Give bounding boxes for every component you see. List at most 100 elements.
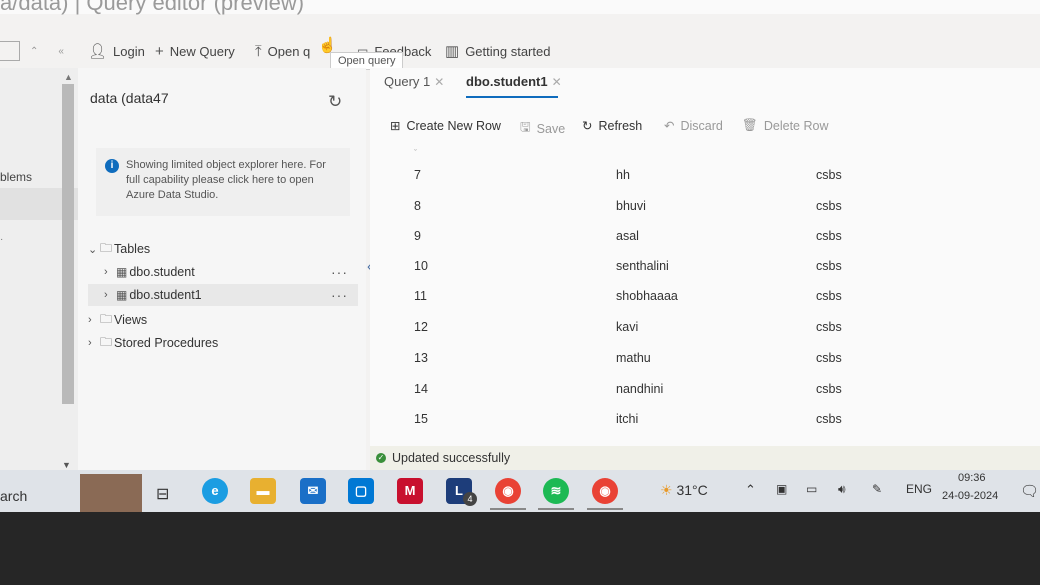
tree-node-views[interactable]: › 🗀︎ Views: [88, 309, 358, 331]
table-row[interactable]: 9 asal csbs: [370, 221, 1040, 251]
chevron-down-icon: ⌄: [88, 243, 98, 256]
row-id: 14: [414, 382, 428, 396]
tab-query-1[interactable]: Query 1 ✕: [384, 74, 444, 89]
table-row[interactable]: 13 mathu csbs: [370, 343, 1040, 373]
file-explorer-icon[interactable]: ▬: [250, 478, 276, 504]
row-id: 8: [414, 199, 421, 213]
row-id: 15: [414, 412, 428, 426]
open-query-button[interactable]: ⤒ Open q: [255, 40, 310, 62]
search-highlight-image[interactable]: [80, 474, 142, 512]
scroll-up-icon[interactable]: ▲: [64, 72, 73, 82]
new-query-button[interactable]: + New Query: [155, 40, 235, 62]
store-icon[interactable]: ▢: [348, 478, 374, 504]
row-dept[interactable]: csbs: [816, 382, 842, 396]
refresh-explorer-icon[interactable]: ↻: [328, 92, 342, 112]
row-dept[interactable]: csbs: [816, 351, 842, 365]
row-dept[interactable]: csbs: [816, 259, 842, 273]
close-icon[interactable]: ✕: [552, 75, 562, 89]
row-dept[interactable]: csbs: [816, 320, 842, 334]
row-name[interactable]: kavi: [616, 320, 638, 334]
check-circle-icon: ✓: [376, 453, 386, 463]
table-row[interactable]: 12 kavi csbs: [370, 312, 1040, 342]
close-icon[interactable]: ✕: [434, 75, 444, 89]
discard-button[interactable]: ↶ Discard: [664, 118, 723, 134]
row-name[interactable]: shobhaaaa: [616, 289, 678, 303]
battery-icon[interactable]: ▭: [806, 482, 817, 496]
row-name[interactable]: itchi: [616, 412, 638, 426]
language-indicator[interactable]: ENG: [906, 482, 932, 496]
chevron-right-icon: ›: [104, 289, 108, 301]
spotify-icon[interactable]: ≋: [543, 478, 569, 504]
row-dept[interactable]: csbs: [816, 229, 842, 243]
taskbar-search[interactable]: arch: [0, 488, 27, 504]
refresh-button[interactable]: ↻ Refresh: [582, 118, 643, 134]
more-options-icon[interactable]: ···: [331, 287, 348, 303]
folder-icon: 🗀︎: [100, 334, 113, 349]
login-button[interactable]: 👤︎ Login: [88, 40, 145, 62]
table-row[interactable]: 15 itchi csbs: [370, 404, 1040, 434]
row-name[interactable]: mathu: [616, 351, 651, 365]
row-name[interactable]: bhuvi: [616, 199, 646, 213]
row-name[interactable]: hh: [616, 168, 630, 182]
row-dept[interactable]: csbs: [816, 199, 842, 213]
trash-icon: 🗑︎: [742, 118, 758, 132]
row-dept[interactable]: csbs: [816, 412, 842, 426]
discard-label: Discard: [680, 118, 723, 133]
row-name[interactable]: senthalini: [616, 259, 669, 273]
getting-started-button[interactable]: ▥ Getting started: [445, 40, 550, 62]
create-new-row-button[interactable]: ⊞ Create New Row: [390, 118, 501, 134]
tree-node-tables[interactable]: ⌄ 🗀︎ Tables: [88, 238, 358, 260]
row-name[interactable]: nandhini: [616, 382, 663, 396]
undo-icon: ↶: [664, 119, 675, 133]
running-indicator: [538, 508, 574, 510]
notification-icon[interactable]: 🗨︎: [1020, 482, 1039, 500]
chevron-up-icon[interactable]: ⌃: [745, 482, 756, 498]
info-message[interactable]: i Showing limited object explorer here. …: [96, 148, 350, 216]
tree-node-dbo-student[interactable]: › ▦ dbo.student ···: [88, 261, 358, 283]
row-id: 9: [414, 229, 421, 243]
tab-dbo-student1[interactable]: dbo.student1 ✕: [466, 74, 562, 89]
table-row[interactable]: 8 bhuvi csbs: [370, 191, 1040, 221]
chevron-right-icon: ›: [104, 266, 108, 278]
sidebar-scrollbar[interactable]: [62, 84, 74, 404]
clock-date[interactable]: 24-09-2024: [942, 490, 998, 502]
data-toolbar: ⊞ Create New Row 🖫︎ Save ↻ Refresh ↶ Dis…: [390, 118, 1030, 138]
mcafee-icon[interactable]: M: [397, 478, 423, 504]
top-toolbar: ⌃ « 👤︎ Login + New Query ⤒ Open q ▭ Feed…: [0, 36, 1040, 68]
table-row[interactable]: 11 shobhaaaa csbs: [370, 281, 1040, 311]
volume-icon[interactable]: 🔊︎: [838, 482, 846, 497]
tree-node-stored-procedures[interactable]: › 🗀︎ Stored Procedures: [88, 332, 358, 354]
laptop-bezel: [0, 512, 1040, 585]
tab-label: dbo.student1: [466, 74, 548, 89]
row-dept[interactable]: csbs: [816, 168, 842, 182]
create-new-row-label: Create New Row: [406, 118, 501, 133]
menu-collapse-button[interactable]: [0, 40, 20, 62]
more-options-icon[interactable]: ···: [331, 264, 348, 280]
chrome-profile-icon[interactable]: ◉: [592, 478, 618, 504]
table-row[interactable]: 10 senthalini csbs: [370, 251, 1040, 281]
table-row[interactable]: 14 nandhini csbs: [370, 374, 1040, 404]
save-icon: 🖫︎: [520, 120, 531, 134]
delete-row-button[interactable]: 🗑︎ Delete Row: [742, 118, 829, 133]
folder-icon: 🗀︎: [100, 240, 113, 255]
views-label: Views: [114, 313, 148, 327]
problems-label[interactable]: blems: [0, 170, 32, 184]
clock-time[interactable]: 09:36: [958, 472, 986, 484]
row-name[interactable]: asal: [616, 229, 639, 243]
table-row[interactable]: 7 hh csbs: [370, 160, 1040, 190]
weather-widget[interactable]: ☀ 31°C: [660, 482, 708, 499]
scroll-down-icon[interactable]: ▼: [62, 460, 71, 470]
save-button[interactable]: 🖫︎ Save: [520, 118, 565, 139]
results-grid: ˇ 7 hh csbs 8 bhuvi csbs 9 asal csbs 10 …: [370, 148, 1040, 444]
task-view-icon[interactable]: ⊟: [156, 484, 169, 504]
table-name: dbo.student1: [129, 288, 202, 302]
tree-node-dbo-student1[interactable]: › ▦ dbo.student1 ···: [88, 284, 358, 306]
row-dept[interactable]: csbs: [816, 289, 842, 303]
chrome-icon[interactable]: ◉: [495, 478, 521, 504]
pen-icon[interactable]: ✎: [872, 482, 882, 496]
refresh-label: Refresh: [598, 118, 643, 133]
edge-icon[interactable]: e: [202, 478, 228, 504]
meet-now-icon[interactable]: ▣: [776, 482, 787, 496]
upload-icon: ⤒: [255, 42, 262, 60]
mail-icon[interactable]: ✉: [300, 478, 326, 504]
